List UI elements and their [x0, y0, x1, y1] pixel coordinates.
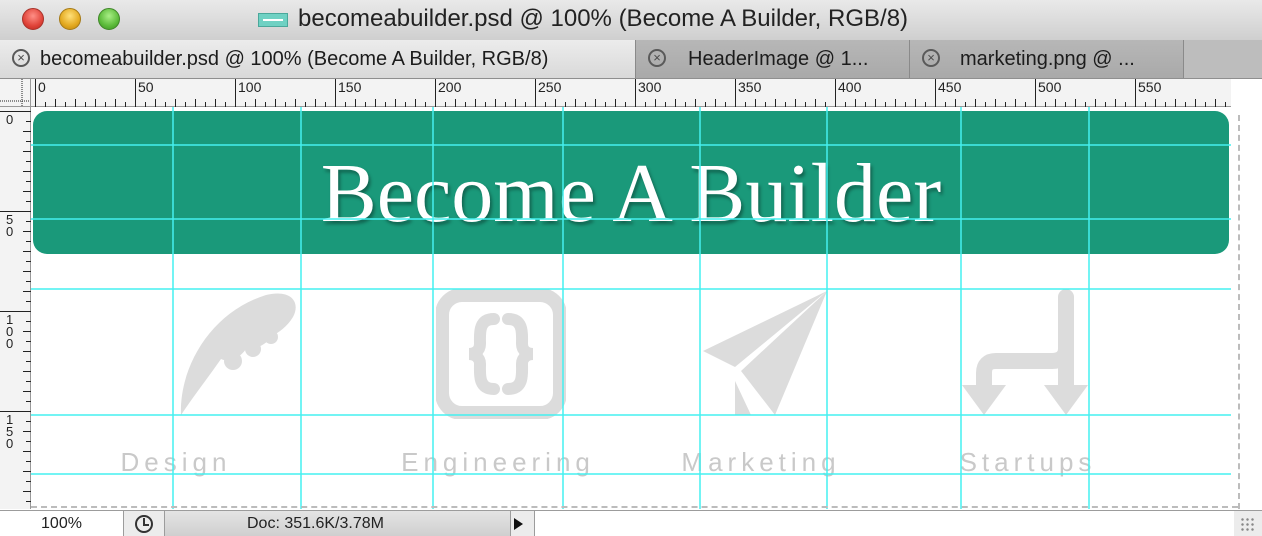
ruler-top-label: 50: [138, 79, 154, 95]
close-window-button[interactable]: [22, 8, 44, 30]
canvas-edge-dashes-right: [1238, 115, 1240, 509]
ruler-origin-grid-icon: [0, 79, 30, 106]
zoom-window-button[interactable]: [98, 8, 120, 30]
ruler-top-label: 200: [438, 79, 462, 95]
horizontal-ruler[interactable]: 0 50 100 150 200 250 300 350 400 450 500 550: [31, 79, 1231, 107]
ruler-top-label: 100: [238, 79, 262, 95]
tab-headerimage[interactable]: × HeaderImage @ 1...: [636, 40, 910, 78]
ruler-top-label: 350: [738, 79, 762, 95]
ruler-top-label: 150: [338, 79, 362, 95]
minimize-window-button[interactable]: [59, 8, 81, 30]
tab-marketing[interactable]: × marketing.png @ ...: [910, 40, 1184, 78]
vertical-ruler[interactable]: 050100150: [0, 107, 31, 509]
ruler-top-label: 500: [1038, 79, 1062, 95]
tab-label: marketing.png @ ...: [960, 48, 1135, 70]
document-tab-bar: × becomeabuilder.psd @ 100% (Become A Bu…: [0, 40, 1262, 79]
ruler-left-label: 0: [6, 336, 13, 351]
tab-label: HeaderImage @ 1...: [688, 48, 869, 70]
document-canvas[interactable]: Become A Builder Design Engineering Mark…: [31, 107, 1231, 509]
tab-close-icon[interactable]: ×: [12, 49, 30, 67]
tab-close-icon[interactable]: ×: [648, 49, 666, 67]
guides-overlay: [31, 107, 1231, 509]
tab-close-icon[interactable]: ×: [922, 49, 940, 67]
ruler-left-label: 0: [6, 112, 13, 127]
ruler-left-label: 0: [6, 436, 13, 451]
ruler-top-label: 550: [1138, 79, 1162, 95]
resize-grip-icon[interactable]: [1240, 517, 1256, 533]
ruler-top-label: 450: [938, 79, 962, 95]
ruler-top-label: 250: [538, 79, 562, 95]
ruler-top-label: 300: [638, 79, 662, 95]
zoom-level-field[interactable]: 100%: [0, 511, 124, 536]
pasteboard-right: [1231, 107, 1262, 509]
ruler-left-label: 0: [6, 224, 13, 239]
doc-info-panel[interactable]: Doc: 351.6K/3.78M: [164, 511, 511, 536]
tab-label: becomeabuilder.psd @ 100% (Become A Buil…: [40, 48, 549, 70]
canvas-edge-dashes-bottom: [31, 506, 1238, 508]
ruler-top-label: 400: [838, 79, 862, 95]
status-bar: 100% Doc: 351.6K/3.78M: [0, 510, 1262, 536]
status-menu-arrow-icon[interactable]: [514, 518, 523, 530]
ruler-origin[interactable]: [0, 79, 31, 107]
horizontal-scrollbar[interactable]: [534, 511, 1234, 536]
title-bar: becomeabuilder.psd @ 100% (Become A Buil…: [0, 0, 1262, 41]
doc-size-info: Doc: 351.6K/3.78M: [247, 515, 384, 532]
document-proxy-icon[interactable]: [258, 13, 288, 27]
clock-icon[interactable]: [135, 515, 153, 533]
window-title: becomeabuilder.psd @ 100% (Become A Buil…: [298, 5, 909, 32]
tab-becomeabuilder[interactable]: × becomeabuilder.psd @ 100% (Become A Bu…: [0, 40, 636, 78]
ruler-top-label: 0: [38, 79, 46, 95]
